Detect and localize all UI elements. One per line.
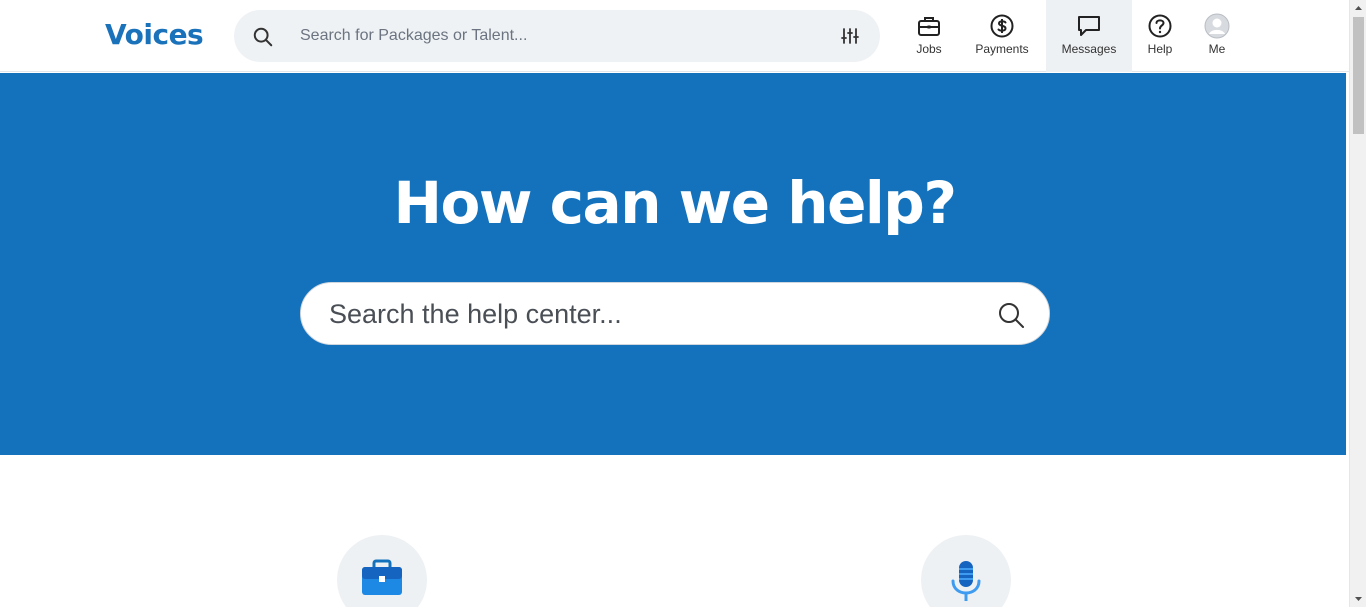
briefcase-icon xyxy=(362,559,402,595)
nav-jobs[interactable]: Jobs xyxy=(900,0,958,72)
nav-payments[interactable]: Payments xyxy=(970,0,1034,72)
hero-title: How can we help? xyxy=(393,169,957,237)
top-header: Voices Jobs xyxy=(0,0,1349,72)
category-jobs[interactable] xyxy=(337,535,427,607)
nav-messages-label: Messages xyxy=(1061,42,1117,56)
nav-help-label: Help xyxy=(1147,42,1173,56)
question-circle-icon xyxy=(1148,14,1172,38)
talent-search-input[interactable] xyxy=(300,22,820,50)
microphone-icon xyxy=(951,561,981,601)
talent-search-bar[interactable] xyxy=(234,10,880,62)
nav-messages[interactable]: Messages xyxy=(1046,0,1132,72)
search-icon[interactable] xyxy=(252,26,274,48)
help-center-search-bar[interactable] xyxy=(300,282,1050,345)
category-voice[interactable] xyxy=(921,535,1011,607)
page-scrollbar[interactable] xyxy=(1349,0,1366,607)
nav-me[interactable]: Me xyxy=(1200,0,1234,72)
filter-sliders-icon[interactable] xyxy=(840,26,860,46)
nav-payments-label: Payments xyxy=(975,42,1029,56)
search-icon[interactable] xyxy=(997,301,1025,329)
avatar-icon xyxy=(1204,13,1230,39)
nav-help[interactable]: Help xyxy=(1142,0,1178,72)
scroll-up-arrow-icon[interactable] xyxy=(1350,0,1366,17)
chat-bubble-icon xyxy=(1078,16,1100,36)
help-hero-banner: How can we help? xyxy=(0,73,1346,455)
nav-me-label: Me xyxy=(1208,42,1226,56)
briefcase-icon xyxy=(918,17,940,36)
scroll-thumb[interactable] xyxy=(1353,17,1364,134)
help-center-search-input[interactable] xyxy=(329,297,969,331)
dollar-circle-icon xyxy=(990,14,1014,38)
nav-jobs-label: Jobs xyxy=(916,42,942,56)
voices-logo[interactable]: Voices xyxy=(105,18,204,51)
scroll-down-arrow-icon[interactable] xyxy=(1350,590,1366,607)
